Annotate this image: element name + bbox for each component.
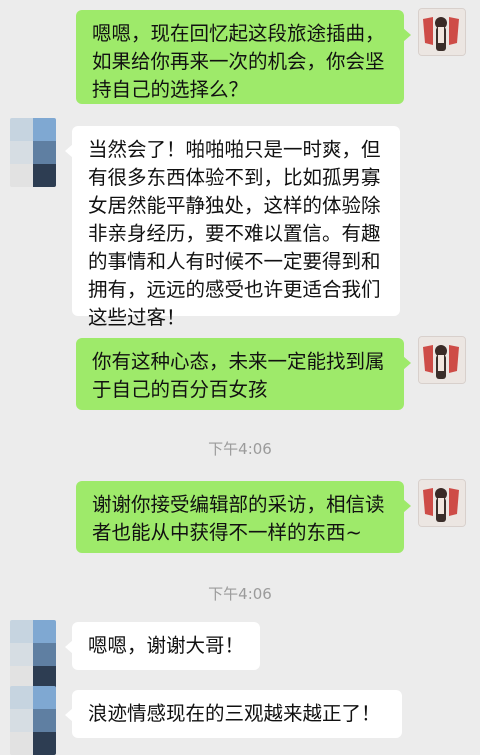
girl-photo-icon <box>419 9 465 55</box>
chat-screen: 嗯嗯，现在回忆起这段旅途插曲， 如果给你再来一次的机会，你会坚 持自己的选择么？… <box>0 0 480 755</box>
user-avatar[interactable] <box>418 336 466 384</box>
contact-avatar[interactable] <box>10 620 56 689</box>
contact-avatar[interactable] <box>10 118 56 187</box>
outgoing-message-bubble[interactable]: 嗯嗯，现在回忆起这段旅途插曲， 如果给你再来一次的机会，你会坚 持自己的选择么？ <box>76 10 411 104</box>
girl-photo-icon <box>419 480 465 526</box>
user-avatar[interactable] <box>418 8 466 56</box>
girl-photo-icon <box>419 337 465 383</box>
user-avatar[interactable] <box>418 479 466 527</box>
incoming-message-bubble[interactable]: 浪迹情感现在的三观越来越正了！ <box>65 690 402 738</box>
message-timestamp: 下午4:06 <box>208 440 272 458</box>
incoming-message-bubble[interactable]: 当然会了！啪啪啪只是一时爽，但 有很多东西体验不到，比如孤男寡 女居然能平静独处… <box>65 126 400 329</box>
contact-avatar[interactable] <box>10 686 56 755</box>
outgoing-message-bubble[interactable]: 你有这种心态，未来一定能找到属 于自己的百分百女孩 <box>76 338 411 410</box>
incoming-message-bubble[interactable]: 嗯嗯，谢谢大哥！ <box>65 622 260 670</box>
outgoing-message-bubble[interactable]: 谢谢你接受编辑部的采访，相信读 者也能从中获得不一样的东西~ <box>76 481 411 553</box>
message-timestamp: 下午4:06 <box>208 585 272 603</box>
